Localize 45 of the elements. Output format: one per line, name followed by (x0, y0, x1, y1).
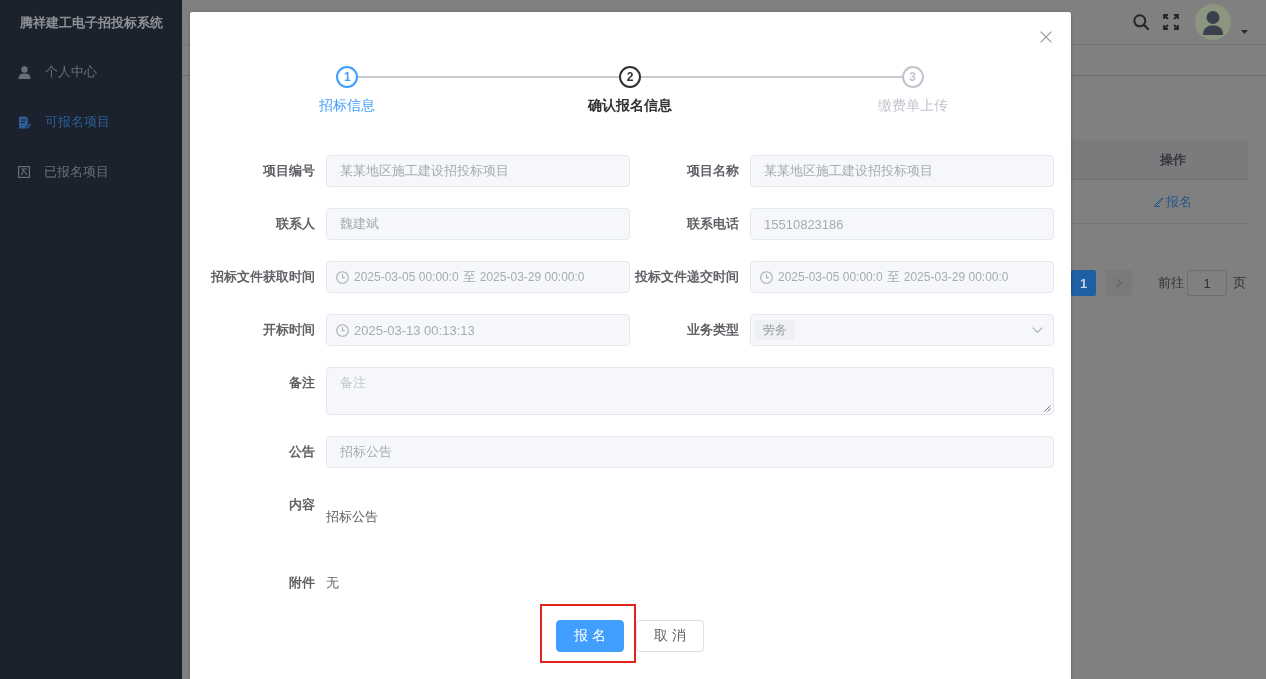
step-label: 确认报名信息 (588, 96, 672, 115)
register-link[interactable]: 报名 (1153, 192, 1192, 211)
sidebar-item[interactable]: 个人中心 (0, 47, 182, 97)
field-label: 开标时间 (262, 321, 316, 339)
picture-frame-icon (18, 166, 30, 178)
field-value: 无 (326, 574, 339, 592)
user-avatar-icon[interactable] (1195, 4, 1231, 40)
step-number: 1 (336, 66, 359, 88)
pencil-icon (1153, 196, 1164, 207)
goto-label: 前往 (1158, 274, 1184, 292)
field-label: 联系电话 (686, 215, 740, 233)
column-header: 操作 (1158, 150, 1187, 169)
field-label: 招标文件获取时间 (209, 268, 316, 286)
sidebar-item[interactable]: 已报名项目 (0, 147, 182, 197)
field-label: 公告 (288, 443, 316, 461)
document-edit-icon (18, 115, 31, 129)
step-number: 3 (901, 66, 924, 88)
chevron-down-icon (1032, 327, 1043, 333)
field-label: 附件 (288, 574, 316, 592)
selected-tag: 劳务 (755, 320, 795, 340)
clock-icon (760, 270, 773, 284)
clock-icon (336, 270, 349, 284)
field-label: 联系人 (275, 215, 316, 233)
user-icon (18, 65, 31, 79)
app-title: 腾祥建工电子招投标系统 (18, 14, 164, 32)
field-label: 项目编号 (261, 162, 316, 180)
cancel-button[interactable]: 取 消 (636, 620, 704, 652)
step-number: 2 (619, 66, 641, 88)
field-label: 投标文件递交时间 (633, 268, 740, 286)
clock-icon (336, 323, 349, 337)
close-icon[interactable] (1040, 31, 1052, 43)
field-label: 业务类型 (686, 321, 740, 339)
page-input[interactable]: 1 (1187, 270, 1227, 296)
page-button[interactable]: 1 (1071, 270, 1096, 296)
page-suffix: 页 (1233, 274, 1246, 292)
content-text: 招标公告 (326, 508, 378, 526)
fullscreen-icon[interactable] (1163, 14, 1179, 30)
field-label: 内容 (288, 496, 316, 514)
field-label: 备注 (288, 374, 316, 392)
register-button[interactable]: 报 名 (556, 620, 624, 652)
search-icon[interactable] (1133, 14, 1149, 30)
caret-icon[interactable] (1241, 30, 1248, 34)
sidebar-item[interactable]: 可报名项目 (0, 97, 182, 147)
field-label: 项目名称 (685, 162, 740, 180)
step-label: 招标信息 (319, 96, 376, 115)
